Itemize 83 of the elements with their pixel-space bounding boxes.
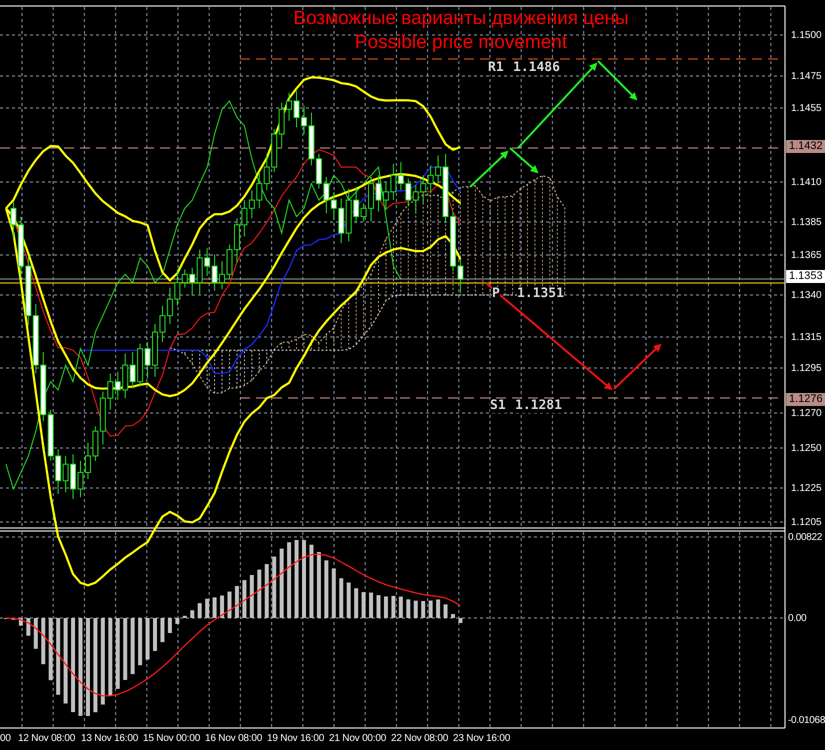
histogram-bar [228,592,232,618]
axis-label: 15 Nov 00:00 [143,733,200,744]
histogram-bar [414,600,418,618]
histogram-bar [436,599,440,618]
histogram-bar [398,596,403,618]
histogram-bar [168,618,172,634]
histogram-bar [41,618,46,664]
histogram-bar [458,618,462,623]
axis-label: 21 Nov 00:00 [329,733,386,744]
axis-label: 1.1315 [791,332,822,343]
histogram-bar [391,596,396,618]
histogram-bar [198,603,202,618]
histogram-bar [324,560,328,618]
histogram-bar [146,618,150,660]
histogram-bar [116,618,120,689]
axis-label: 23 Nov 16:00 [453,733,510,744]
histogram-bar [264,564,269,618]
price-marker: 1.1276 [786,393,825,406]
histogram-bar [205,598,210,618]
histogram-bar [234,586,239,618]
histogram-bar [153,618,157,651]
axis-label: 1.1340 [791,290,822,301]
level-name: S1 [490,399,506,413]
histogram-bar [362,592,366,618]
axis-label: 19 Nov 16:00 [267,733,324,744]
histogram-bar [376,595,380,618]
histogram-bar [26,618,30,636]
histogram-bar [451,614,455,618]
histogram-bar [123,618,128,680]
histogram-bar [130,618,135,674]
histogram-bar [428,600,433,618]
price-marker: 1.1353 [786,270,825,283]
histogram-bar [160,618,164,642]
axis-label: 1.1475 [791,71,822,82]
axis-label: 0.00822 [788,532,822,543]
histogram-bar [175,618,180,624]
axis-label: 1.1500 [791,30,822,41]
histogram-bar [34,618,38,649]
axis-label: -0.01068 [788,715,825,726]
histogram-bar [212,597,217,618]
histogram-bar [250,574,254,618]
axis-label: 1.1225 [791,483,822,494]
histogram-bar [220,596,224,618]
histogram-bar [444,604,448,618]
axis-label: 1.1295 [791,363,822,374]
histogram-bar [182,616,187,618]
axis-label: 12 Nov 08:00 [18,733,76,744]
axis-label: 16 Nov 08:00 [205,733,262,744]
histogram-bar [354,588,358,618]
level-name: R1 [488,61,504,75]
histogram-bar [257,570,262,618]
axis-label: 13 Nov 16:00 [81,733,138,744]
histogram-bar [384,596,388,618]
axis-label: 0.00 [788,613,806,624]
chart-title: Possible price movement [354,32,568,54]
axis-label: 1.1365 [791,250,822,261]
chart-title: Возможные варианты движения цены [293,8,629,30]
histogram-bar [138,618,142,666]
histogram-bar [421,601,426,618]
histogram-bar [369,592,374,618]
histogram-bar [272,556,276,618]
level-value: 1.1351 [517,287,564,301]
histogram-bar [339,578,344,618]
histogram-bar [18,618,23,626]
axis-label: 1.1455 [791,103,822,114]
axis-label: 1.1250 [791,443,822,454]
histogram-bar [332,568,336,618]
axis-label: 00 [0,733,11,744]
histogram-bar [346,582,351,618]
axis-label: 1.1270 [791,408,822,419]
histogram-bar [242,580,246,618]
histogram-bar [316,552,321,618]
histogram-bar [48,618,53,680]
histogram-bar [190,610,194,618]
level-value: 1.1486 [513,61,560,75]
histogram-bar [406,599,410,618]
axis-label: 1.1205 [791,517,822,528]
histogram-bar [280,548,284,618]
level-value: 1.1281 [515,399,562,413]
axis-label: 1.1385 [791,217,822,228]
axis-label: 22 Nov 08:00 [391,733,448,744]
price-marker: 1.1432 [786,140,825,153]
axis-label: 1.1410 [791,177,822,188]
